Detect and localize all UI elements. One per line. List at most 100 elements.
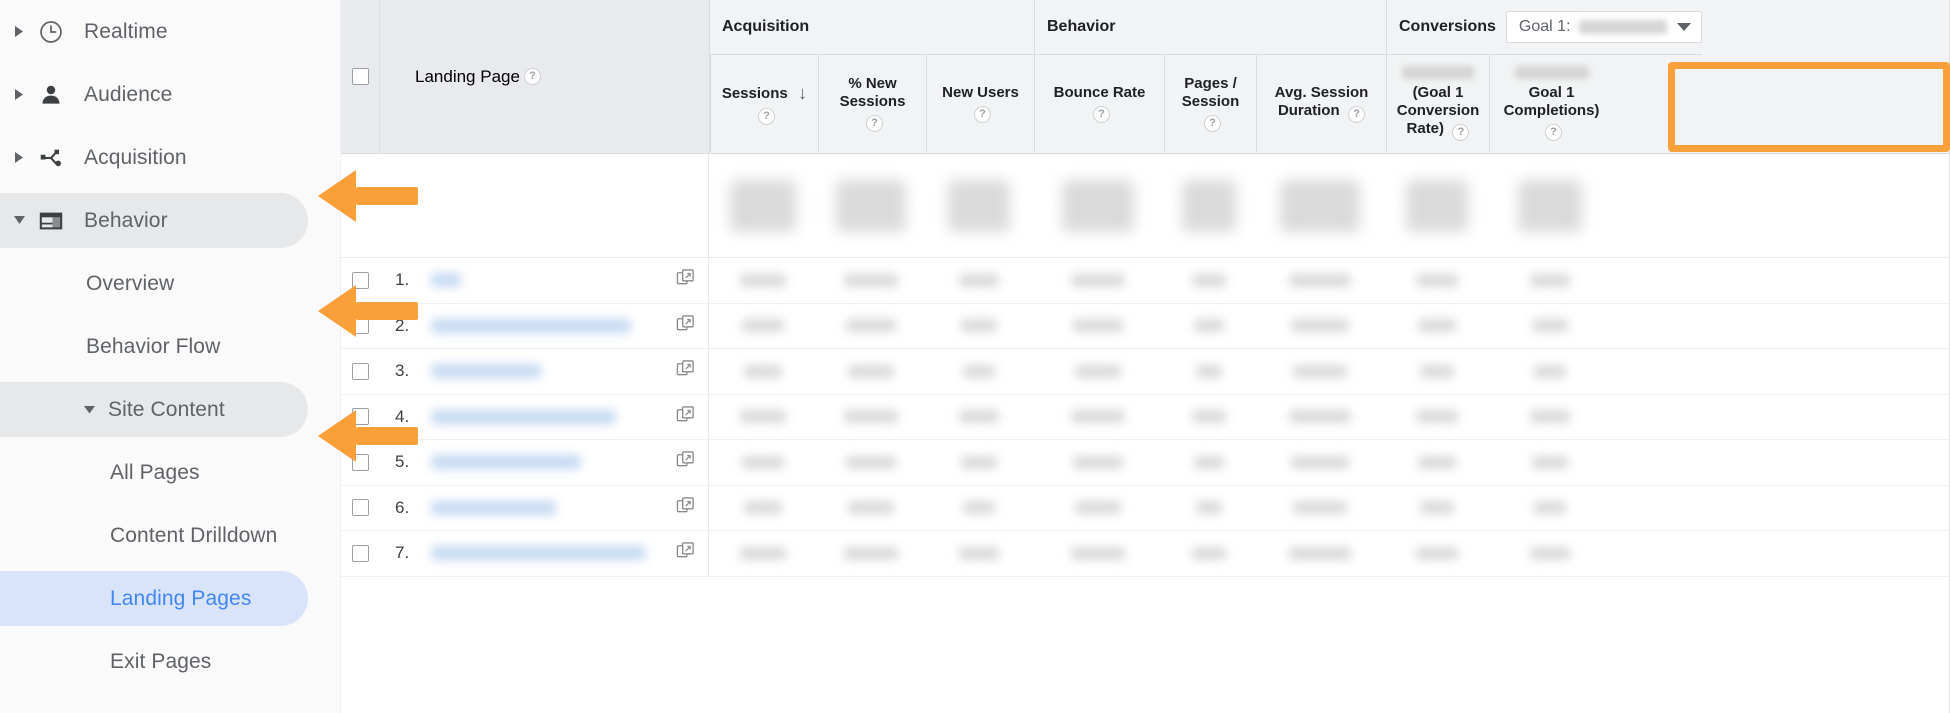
sidebar-item-site-content[interactable]: Site Content (0, 378, 340, 441)
landing-pages-report-table: Landing Page ? Acquisition Sessions ↓ ? (341, 0, 1950, 713)
sidebar-item-exit-pages[interactable]: Exit Pages (0, 630, 340, 693)
column-header-sessions[interactable]: Sessions ↓ ? (710, 55, 818, 152)
row-landing-page-link-redacted[interactable] (431, 455, 581, 470)
external-link-icon[interactable] (676, 496, 696, 520)
sidebar-item-behavior[interactable]: Behavior (0, 189, 340, 252)
external-link-icon[interactable] (676, 359, 696, 383)
chevron-down-icon[interactable] (8, 216, 30, 225)
help-icon[interactable]: ? (866, 115, 883, 132)
redacted-value (1075, 501, 1121, 515)
redacted-value (744, 364, 782, 378)
column-header-label: Pages / Session (1181, 75, 1240, 110)
column-header-pages-per-session[interactable]: Pages / Session ? (1164, 55, 1256, 152)
chevron-right-icon[interactable] (8, 26, 30, 37)
redacted-value (1415, 546, 1458, 560)
external-link-icon[interactable] (676, 268, 696, 292)
table-row[interactable]: 2. (341, 303, 1950, 349)
table-row[interactable]: 4. (341, 394, 1950, 440)
row-select-cell (341, 349, 379, 394)
select-all-checkbox[interactable] (351, 68, 369, 85)
redacted-value (1530, 410, 1570, 424)
sidebar-item-landing-pages[interactable]: Landing Pages (0, 567, 340, 630)
sidebar-item-site-speed[interactable]: Site Speed (0, 693, 340, 713)
column-header-landing-page[interactable]: Landing Page ? (379, 0, 709, 153)
row-cell-new-users-redacted (925, 395, 1033, 440)
chevron-right-icon[interactable] (8, 152, 30, 163)
help-icon[interactable]: ? (1093, 106, 1110, 123)
sidebar-item-acquisition[interactable]: Acquisition (0, 126, 340, 189)
sidebar-item-all-pages[interactable]: All Pages (0, 441, 340, 504)
table-row[interactable]: 1. (341, 258, 1950, 304)
external-link-icon[interactable] (676, 405, 696, 429)
redacted-value (1293, 364, 1347, 378)
sort-descending-icon[interactable]: ↓ (798, 83, 807, 104)
row-cell-pages-per-session-redacted (1163, 486, 1255, 531)
row-index: 4. (395, 406, 410, 426)
column-header-percent-new-sessions[interactable]: % New Sessions ? (818, 55, 926, 152)
sidebar-item-audience[interactable]: Audience (0, 63, 340, 126)
row-checkbox[interactable] (351, 362, 369, 380)
table-row[interactable]: 7. (341, 531, 1950, 577)
redacted-value (1534, 364, 1566, 378)
row-cell-avg-session-duration-redacted (1255, 440, 1385, 485)
summary-cell-new-users (925, 154, 1033, 257)
redacted-value (846, 455, 896, 469)
column-header-goal1-completions[interactable]: xxxxxx Goal 1 Completions) ? (1489, 55, 1613, 152)
sidebar-item-label: All Pages (110, 460, 200, 484)
row-checkbox[interactable] (351, 499, 369, 517)
sidebar-item-content-drilldown[interactable]: Content Drilldown (0, 504, 340, 567)
goal-selector-dropdown[interactable]: Goal 1: xxxxxxx (1505, 11, 1702, 43)
redacted-value (959, 273, 999, 287)
table-row[interactable]: 6. (341, 485, 1950, 531)
chevron-right-icon[interactable] (8, 89, 30, 100)
column-header-prefix-redacted: xxxxxx (1402, 66, 1474, 79)
external-link-icon[interactable] (676, 450, 696, 474)
sidebar-item-behavior-flow[interactable]: Behavior Flow (0, 315, 340, 378)
column-header-new-users[interactable]: New Users ? (926, 55, 1034, 152)
goal-selector-prefix: Goal 1: (1518, 18, 1571, 35)
row-checkbox[interactable] (351, 408, 369, 426)
table-row[interactable]: 5. (341, 440, 1950, 486)
row-checkbox[interactable] (351, 453, 369, 471)
help-icon[interactable]: ? (523, 68, 541, 85)
row-cell-pages-per-session-redacted (1163, 440, 1255, 485)
table-row[interactable]: 3. (341, 349, 1950, 395)
sidebar-item-label: Audience (84, 82, 173, 106)
redacted-value (1073, 319, 1123, 333)
column-header-label: Goal 1 Completions) (1503, 84, 1600, 119)
help-icon[interactable]: ? (757, 107, 775, 125)
row-landing-page-link-redacted[interactable] (431, 364, 541, 379)
external-link-icon[interactable] (676, 541, 696, 565)
row-landing-page-link-redacted[interactable] (431, 409, 616, 424)
redacted-value (740, 410, 786, 424)
row-landing-page-link-redacted[interactable] (431, 546, 646, 561)
chevron-down-icon[interactable] (78, 405, 100, 414)
row-cell-goal1-conversion-rate-redacted (1385, 531, 1488, 576)
left-sidebar-nav: Realtime Audience Acquisition Behavior O… (0, 0, 341, 713)
row-index: 1. (395, 270, 410, 290)
help-icon[interactable]: ? (1452, 124, 1470, 141)
row-checkbox[interactable] (351, 271, 369, 289)
column-header-avg-session-duration[interactable]: Avg. Session Duration ? (1256, 55, 1386, 152)
column-header-goal1-conversion-rate[interactable]: xxxxxx (Goal 1 Conversion Rate) ? (1386, 55, 1489, 152)
row-checkbox[interactable] (351, 317, 369, 335)
column-group-title: Acquisition (710, 0, 1034, 55)
help-icon[interactable]: ? (1204, 115, 1221, 132)
clock-icon (34, 15, 68, 49)
chevron-down-icon[interactable] (1676, 23, 1691, 31)
external-link-icon[interactable] (676, 314, 696, 338)
column-header-label: % New Sessions (839, 75, 906, 110)
row-landing-page-link-redacted[interactable] (431, 318, 631, 333)
row-landing-page-link-redacted[interactable] (431, 273, 461, 288)
row-select-cell (341, 486, 379, 531)
redacted-value (844, 410, 898, 424)
row-checkbox[interactable] (351, 544, 369, 562)
summary-cell-goal1-completions (1488, 154, 1612, 257)
help-icon[interactable]: ? (1545, 124, 1562, 141)
help-icon[interactable]: ? (1348, 106, 1366, 123)
column-header-bounce-rate[interactable]: Bounce Rate ? (1034, 55, 1164, 152)
row-landing-page-link-redacted[interactable] (431, 500, 556, 515)
sidebar-item-overview[interactable]: Overview (0, 252, 340, 315)
sidebar-item-realtime[interactable]: Realtime (0, 0, 340, 63)
help-icon[interactable]: ? (974, 106, 991, 123)
